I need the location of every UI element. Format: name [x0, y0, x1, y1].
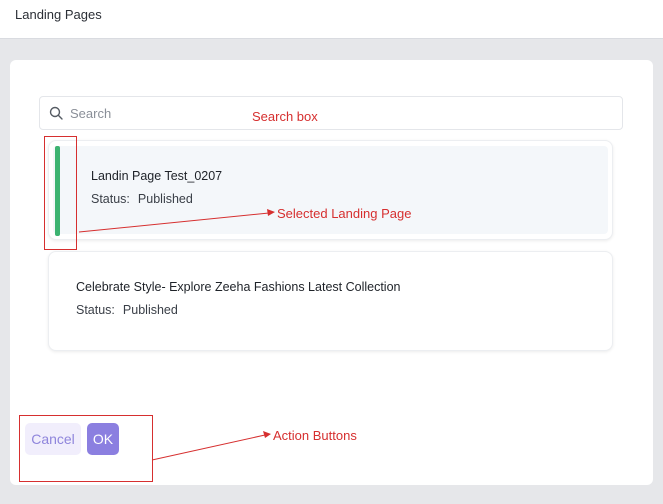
annotation-arrows	[78, 209, 275, 461]
